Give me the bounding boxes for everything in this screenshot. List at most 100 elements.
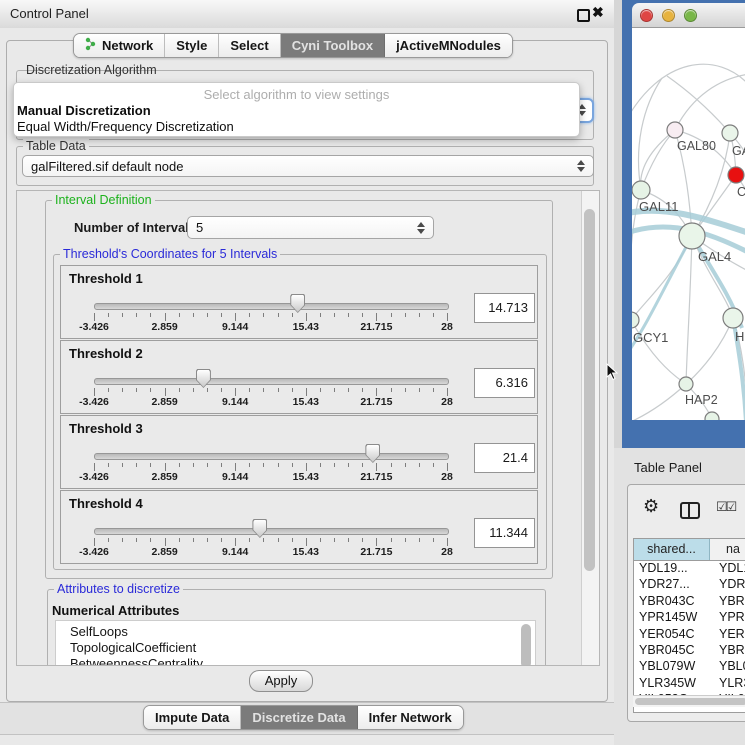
- slider-tick: [179, 388, 180, 392]
- slider-handle[interactable]: [290, 294, 305, 313]
- table-row[interactable]: YLR345WYLR3: [634, 676, 745, 692]
- tab-jactivemnodules[interactable]: jActiveMNodules: [385, 34, 512, 57]
- threshold-value-field[interactable]: 14.713: [474, 293, 535, 323]
- list-item-topologicalcoefficient[interactable]: TopologicalCoefficient: [56, 640, 535, 656]
- network-node[interactable]: [632, 181, 650, 199]
- slider-tick-label: 21.715: [360, 546, 392, 558]
- column-header-name[interactable]: na: [710, 539, 745, 560]
- cell-name: YDR2: [714, 577, 745, 593]
- combo-up-arrow-icon: [417, 222, 425, 227]
- select-columns-checkboxes-icon[interactable]: ☑☑: [716, 499, 735, 515]
- network-edge: [675, 74, 745, 130]
- slider-tick: [263, 388, 264, 392]
- vertical-scrollbar-thumb[interactable]: [584, 209, 595, 571]
- slider-tick: [207, 388, 208, 392]
- slider-tick: [405, 538, 406, 542]
- threshold-value-field[interactable]: 21.4: [474, 443, 535, 473]
- network-node[interactable]: [728, 167, 744, 183]
- table-row[interactable]: YPR145WYPR1: [634, 610, 745, 626]
- tab-impute-data[interactable]: Impute Data: [144, 706, 241, 729]
- slider-track[interactable]: [94, 528, 449, 535]
- tab-network[interactable]: Network: [74, 34, 165, 57]
- attr-items: SelfLoopsTopologicalCoefficientBetweenne…: [56, 621, 535, 666]
- horizontal-scrollbar-thumb[interactable]: [635, 698, 745, 705]
- table-row[interactable]: YER054CYER0: [634, 627, 745, 643]
- popup-item-equal-width-frequency[interactable]: Equal Width/Frequency Discretization: [17, 119, 234, 134]
- list-item-betweennesscentrality[interactable]: BetweennessCentrality: [56, 656, 535, 666]
- slider-tick: [433, 388, 434, 392]
- threshold-panel-2: Threshold 2-3.4262.8599.14415.4321.71528…: [60, 340, 538, 414]
- network-window-titlebar[interactable]: [632, 3, 745, 28]
- slider-tick-label: 15.43: [293, 321, 319, 333]
- table-row[interactable]: YBL079WYBL0: [634, 659, 745, 675]
- table-row[interactable]: YDL19...YDL1: [634, 561, 745, 577]
- slider-handle-face: [197, 370, 210, 387]
- list-item-selfloops[interactable]: SelfLoops: [56, 624, 535, 640]
- slider-tick: [221, 538, 222, 542]
- network-node[interactable]: [705, 412, 719, 420]
- network-node[interactable]: [723, 308, 743, 328]
- table-row[interactable]: YDR27...YDR2: [634, 577, 745, 593]
- num-intervals-combobox[interactable]: 5: [187, 216, 434, 239]
- threshold-label: Threshold 1: [69, 271, 143, 286]
- horizontal-scrollbar-track[interactable]: [633, 695, 745, 707]
- network-node[interactable]: [722, 125, 738, 141]
- slider-tick: [165, 388, 166, 396]
- threshold-value-field[interactable]: 11.344: [474, 518, 535, 548]
- float-window-icon[interactable]: [577, 9, 590, 22]
- slider-handle[interactable]: [196, 369, 211, 388]
- slider-tick: [362, 313, 363, 317]
- close-icon[interactable]: ✖: [592, 4, 604, 21]
- popup-item-manual-discretization[interactable]: Manual Discretization: [17, 103, 151, 118]
- network-view-window[interactable]: GAL80GACGAL11GAL4GCY1HHAP2: [622, 0, 745, 448]
- slider-tick: [376, 463, 377, 471]
- cell-name: YPR1: [714, 610, 745, 626]
- slider-track[interactable]: [94, 453, 449, 460]
- tab-infer-network[interactable]: Infer Network: [358, 706, 463, 729]
- tab-discretize-data[interactable]: Discretize Data: [241, 706, 357, 729]
- network-canvas[interactable]: GAL80GACGAL11GAL4GCY1HHAP2: [632, 28, 745, 420]
- slider-handle[interactable]: [365, 444, 380, 463]
- slider-tick: [150, 388, 151, 392]
- slider-track[interactable]: [94, 303, 449, 310]
- slider-tick: [391, 313, 392, 317]
- table-row[interactable]: YBR045CYBR0: [634, 643, 745, 659]
- slider-tick: [179, 313, 180, 317]
- slider-handle[interactable]: [252, 519, 267, 538]
- slider-track[interactable]: [94, 378, 449, 385]
- network-node[interactable]: [679, 223, 705, 249]
- apply-button[interactable]: Apply: [249, 670, 313, 692]
- slider-tick: [122, 388, 123, 392]
- network-node[interactable]: [632, 312, 639, 328]
- table-data-combobox[interactable]: galFiltered.sif default node: [22, 155, 594, 177]
- slider-handle-body: [196, 369, 211, 388]
- network-node-label: GA: [732, 144, 745, 158]
- tab-label: Network: [102, 38, 153, 53]
- show-columns-icon[interactable]: [680, 502, 700, 519]
- threshold-value-field[interactable]: 6.316: [474, 368, 535, 398]
- list-scrollbar-thumb[interactable]: [521, 624, 531, 666]
- vertical-scrollbar-track[interactable]: [581, 191, 599, 665]
- tab-select[interactable]: Select: [219, 34, 280, 57]
- slider-tick: [376, 388, 377, 396]
- slider-tick: [306, 463, 307, 471]
- close-traffic-light-icon[interactable]: [640, 9, 653, 22]
- slider-tick: [235, 313, 236, 321]
- cell-name: YBR0: [714, 643, 745, 659]
- network-node-label: C: [737, 185, 745, 199]
- zoom-traffic-light-icon[interactable]: [684, 9, 697, 22]
- slider-tick: [292, 313, 293, 317]
- gear-icon[interactable]: ⚙: [643, 497, 659, 515]
- minimize-traffic-light-icon[interactable]: [662, 9, 675, 22]
- cell-shared-name: YDL19...: [634, 561, 714, 577]
- slider-tick: [334, 388, 335, 392]
- tab-style[interactable]: Style: [165, 34, 219, 57]
- network-node[interactable]: [667, 122, 683, 138]
- tab-cyni-toolbox[interactable]: Cyni Toolbox: [281, 34, 385, 57]
- slider-tick: [447, 463, 448, 471]
- combo-up-arrow-icon: [577, 160, 585, 165]
- slider-tick-label: -3.426: [79, 546, 109, 558]
- network-node[interactable]: [679, 377, 693, 391]
- column-header-shared-name[interactable]: shared...: [634, 539, 710, 560]
- table-row[interactable]: YBR043CYBR0: [634, 594, 745, 610]
